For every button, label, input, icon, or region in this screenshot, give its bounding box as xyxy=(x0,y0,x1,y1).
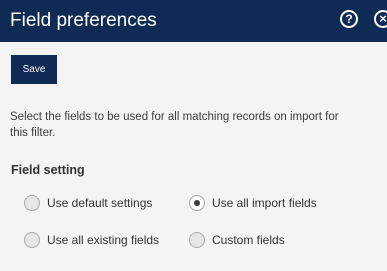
radio-button[interactable] xyxy=(24,195,40,211)
radio-button[interactable] xyxy=(189,232,205,248)
radio-label: Use all existing fields xyxy=(47,233,160,247)
help-icon[interactable]: ? xyxy=(340,10,358,28)
description-line-2: this filter. xyxy=(10,127,56,139)
radio-button[interactable] xyxy=(24,232,40,248)
radio-label: Use all import fields xyxy=(212,196,317,210)
field-preferences-dialog: Field preferences ? × Save Select the fi… xyxy=(0,0,387,271)
radio-button[interactable] xyxy=(189,195,205,211)
close-icon[interactable]: × xyxy=(374,10,387,28)
field-setting-label: Field setting xyxy=(11,163,85,177)
dialog-header: Field preferences ? × xyxy=(0,0,387,42)
description-line-1: Select the fields to be used for all mat… xyxy=(10,111,339,123)
save-button[interactable]: Save xyxy=(11,55,57,84)
radio-label: Use default settings xyxy=(47,196,153,210)
dialog-title: Field preferences xyxy=(10,10,157,31)
radio-label: Custom fields xyxy=(212,233,285,247)
description-text: Select the fields to be used for all mat… xyxy=(10,109,339,141)
